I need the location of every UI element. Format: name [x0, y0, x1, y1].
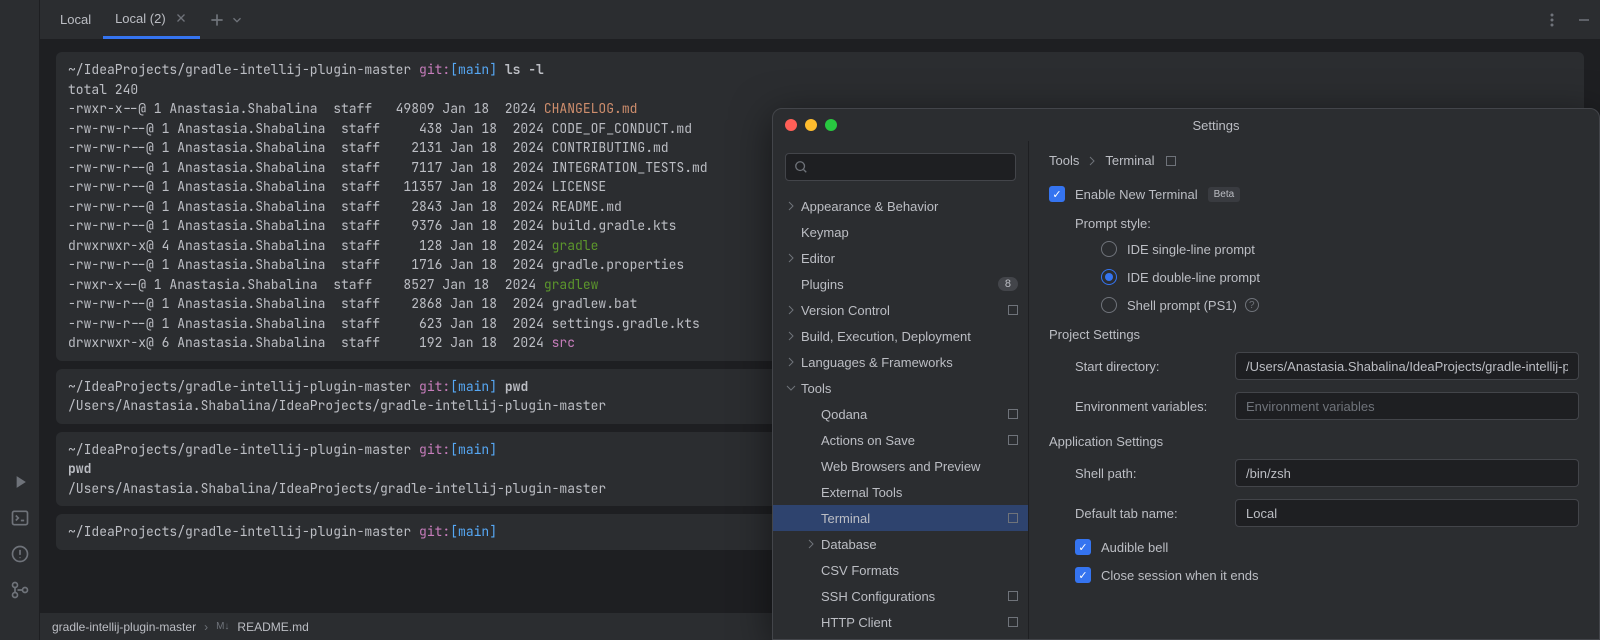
radio-double-row[interactable]: IDE double-line prompt	[1101, 269, 1579, 285]
enable-checkbox[interactable]	[1049, 186, 1065, 202]
chevron-right-icon	[805, 538, 817, 550]
project-settings-heading: Project Settings	[1049, 327, 1579, 342]
tab-label: Local	[60, 12, 91, 27]
chevron-down-icon[interactable]	[230, 13, 244, 27]
crumb-parent[interactable]: Tools	[1049, 153, 1079, 168]
prompt-style-label: Prompt style:	[1075, 216, 1579, 231]
chevron-right-icon	[785, 330, 797, 342]
git-icon[interactable]	[10, 580, 30, 600]
audible-row[interactable]: Audible bell	[1075, 539, 1579, 555]
window-minimize-icon[interactable]	[805, 119, 817, 131]
chevron-right-icon	[785, 304, 797, 316]
tab-label: Local (2)	[115, 11, 166, 26]
project-scope-icon	[1008, 435, 1018, 445]
search-icon	[794, 160, 808, 174]
tree-external-tools[interactable]: External Tools	[773, 479, 1028, 505]
radio-shell-row[interactable]: Shell prompt (PS1)?	[1101, 297, 1579, 313]
markdown-badge: M↓	[216, 621, 229, 632]
env-vars-input[interactable]	[1235, 392, 1579, 420]
minimize-icon[interactable]	[1576, 12, 1592, 28]
env-vars-label: Environment variables:	[1075, 399, 1235, 414]
run-icon[interactable]	[10, 472, 30, 492]
problems-icon[interactable]	[10, 544, 30, 564]
project-scope-icon	[1166, 156, 1176, 166]
tree-editor[interactable]: Editor	[773, 245, 1028, 271]
breadcrumb: Tools Terminal	[1049, 153, 1579, 168]
tree-version-control[interactable]: Version Control	[773, 297, 1028, 323]
project-scope-icon	[1008, 591, 1018, 601]
tree-csv[interactable]: CSV Formats	[773, 557, 1028, 583]
tree-qodana[interactable]: Qodana	[773, 401, 1028, 427]
more-icon[interactable]	[1544, 12, 1560, 28]
tree-web-browsers[interactable]: Web Browsers and Preview	[773, 453, 1028, 479]
search-input[interactable]	[814, 160, 1007, 175]
default-tab-label: Default tab name:	[1075, 506, 1235, 521]
chevron-right-icon	[1087, 156, 1097, 166]
help-icon[interactable]: ?	[1245, 298, 1259, 312]
tree-database[interactable]: Database	[773, 531, 1028, 557]
left-tool-rail	[0, 0, 40, 640]
radio-shell[interactable]	[1101, 297, 1117, 313]
chevron-right-icon: ›	[204, 620, 208, 634]
crumb-current: Terminal	[1105, 153, 1154, 168]
app-settings-heading: Application Settings	[1049, 434, 1579, 449]
tree-tools[interactable]: Tools	[773, 375, 1028, 401]
terminal-icon[interactable]	[10, 508, 30, 528]
chevron-right-icon	[785, 252, 797, 264]
dialog-title: Settings	[845, 118, 1587, 133]
shell-path-label: Shell path:	[1075, 466, 1235, 481]
dialog-titlebar[interactable]: Settings	[773, 109, 1599, 141]
project-scope-icon	[1008, 305, 1018, 315]
add-tab-icon[interactable]	[208, 11, 226, 29]
settings-search[interactable]	[785, 153, 1016, 181]
chevron-down-icon	[785, 382, 797, 394]
settings-tree: Appearance & Behavior Keymap Editor Plug…	[773, 193, 1028, 639]
start-dir-input[interactable]	[1235, 352, 1579, 380]
close-session-row[interactable]: Close session when it ends	[1075, 567, 1579, 583]
window-close-icon[interactable]	[785, 119, 797, 131]
tree-plugins[interactable]: Plugins8	[773, 271, 1028, 297]
close-session-checkbox[interactable]	[1075, 567, 1091, 583]
tree-build[interactable]: Build, Execution, Deployment	[773, 323, 1028, 349]
tree-appearance[interactable]: Appearance & Behavior	[773, 193, 1028, 219]
tree-keymap[interactable]: Keymap	[773, 219, 1028, 245]
file-name[interactable]: README.md	[237, 620, 308, 634]
radio-double[interactable]	[1101, 269, 1117, 285]
tree-terminal[interactable]: Terminal	[773, 505, 1028, 531]
plugins-badge: 8	[998, 277, 1018, 291]
radio-single[interactable]	[1101, 241, 1117, 257]
audible-checkbox[interactable]	[1075, 539, 1091, 555]
project-scope-icon	[1008, 409, 1018, 419]
window-maximize-icon[interactable]	[825, 119, 837, 131]
project-scope-icon	[1008, 513, 1018, 523]
tree-http[interactable]: HTTP Client	[773, 609, 1028, 635]
terminal-tab-local[interactable]: Local	[48, 0, 103, 39]
default-tab-input[interactable]	[1235, 499, 1579, 527]
project-scope-icon	[1008, 617, 1018, 627]
settings-content: Tools Terminal Enable New Terminal Beta …	[1029, 141, 1599, 639]
terminal-tab-bar: Local Local (2)	[40, 0, 1600, 40]
project-name[interactable]: gradle-intellij-plugin-master	[52, 620, 196, 634]
radio-single-row[interactable]: IDE single-line prompt	[1101, 241, 1579, 257]
tree-languages[interactable]: Languages & Frameworks	[773, 349, 1028, 375]
chevron-right-icon	[785, 356, 797, 368]
beta-badge: Beta	[1208, 187, 1241, 202]
terminal-tab-local2[interactable]: Local (2)	[103, 0, 200, 39]
tree-ssh[interactable]: SSH Configurations	[773, 583, 1028, 609]
shell-path-input[interactable]	[1235, 459, 1579, 487]
tree-actions-save[interactable]: Actions on Save	[773, 427, 1028, 453]
settings-sidebar: Appearance & Behavior Keymap Editor Plug…	[773, 141, 1029, 639]
chevron-right-icon	[785, 200, 797, 212]
start-dir-label: Start directory:	[1075, 359, 1235, 374]
close-icon[interactable]	[174, 11, 188, 25]
settings-dialog: Settings Appearance & Behavior Keymap Ed…	[772, 108, 1600, 640]
enable-new-terminal-row[interactable]: Enable New Terminal Beta	[1049, 186, 1579, 202]
